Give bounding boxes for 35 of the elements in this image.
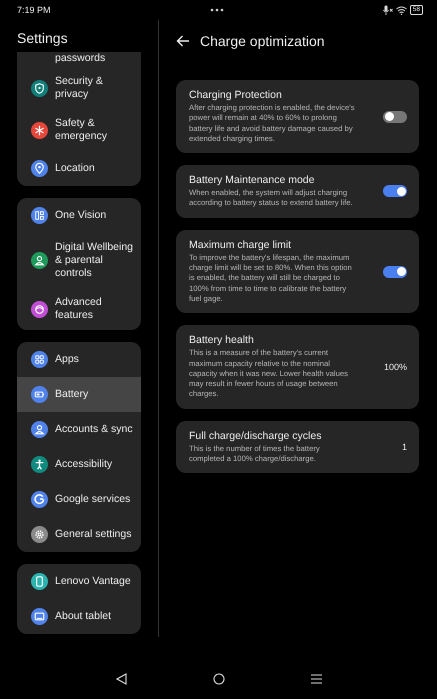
setting-title: Battery health [189, 334, 255, 346]
sidebar-item[interactable]: Google services [17, 482, 141, 517]
sidebar-item[interactable]: Lenovo Vantage [17, 564, 141, 599]
back-arrow-icon[interactable] [176, 35, 190, 47]
sidebar-item[interactable]: Security & privacy [17, 67, 141, 109]
setting-value: 100% [384, 362, 407, 372]
setting-title: Battery Maintenance mode [189, 174, 316, 186]
toggle-switch[interactable] [383, 185, 407, 198]
more-dots-icon [210, 8, 224, 12]
back-nav-icon[interactable] [116, 673, 126, 685]
status-time: 7:19 PM [17, 5, 51, 15]
setting-value: 1 [402, 442, 407, 452]
setting-title: Maximum charge limit [189, 238, 292, 251]
sidebar-item[interactable]: Digital Wellbeing & parental controls [17, 233, 141, 288]
sidebar-item[interactable]: One Vision [17, 198, 141, 233]
page-title: Charge optimization [200, 33, 325, 49]
sidebar-item[interactable]: Battery [17, 377, 141, 412]
sidebar-item[interactable]: Apps [17, 342, 141, 377]
setting-title: Full charge/discharge cycles [189, 430, 322, 442]
toggle-switch[interactable] [383, 110, 407, 123]
sidebar-item[interactable]: Accounts & sync [17, 412, 141, 447]
sidebar-item[interactable]: Safety & emergency [17, 109, 141, 151]
sidebar-title: Settings [16, 29, 69, 48]
menu-icon[interactable] [310, 674, 322, 684]
wifi-icon [396, 6, 407, 14]
sidebar-item[interactable]: General settings [17, 517, 141, 552]
home-nav-icon[interactable] [212, 673, 224, 685]
sidebar-item[interactable]: About tablet [17, 599, 141, 634]
toggle-switch[interactable] [383, 266, 407, 278]
sidebar-item[interactable]: passwords [17, 52, 141, 67]
mic-muted-icon [382, 5, 393, 15]
sidebar-item[interactable]: Accessibility [17, 447, 141, 482]
sidebar-item[interactable]: Location [17, 151, 141, 186]
setting-title: Charging Protection [189, 89, 283, 101]
sidebar-item[interactable]: Advanced features [17, 288, 141, 330]
